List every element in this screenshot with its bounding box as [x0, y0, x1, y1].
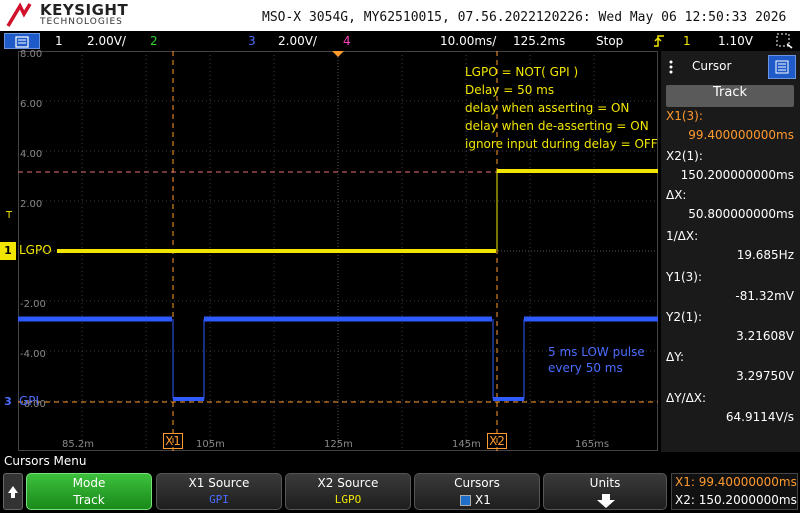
dydx-readout-label: ΔY/ΔX: [666, 391, 707, 405]
ch2-number[interactable]: 2 [150, 34, 158, 48]
lgpo-label: LGPO [19, 243, 52, 257]
timebase-delay[interactable]: 125.2ms [513, 34, 565, 48]
panel-menu-button[interactable] [768, 55, 796, 79]
annotation-line: Delay = 50 ms [465, 83, 555, 97]
annotation-block: LGPO = NOT( GPI ) Delay = 50 ms delay wh… [465, 63, 658, 153]
tab-dots-icon [669, 60, 673, 74]
ch3-scale[interactable]: 2.00V/ [278, 34, 317, 48]
y2-readout-value: 3.21608V [736, 329, 794, 343]
softkey-cursors[interactable]: Cursors X1 [414, 473, 540, 510]
annotation-line: LGPO = NOT( GPI ) [465, 65, 579, 79]
panel-tab-handle[interactable] [666, 56, 676, 78]
trigger-edge-icon [654, 35, 664, 47]
checkbox-icon [460, 495, 471, 506]
trigger-source[interactable]: 1 [683, 34, 691, 48]
annotation-line: delay when de-asserting = ON [465, 119, 649, 133]
menu-title: Cursors Menu [4, 454, 87, 468]
brand-subtitle: TECHNOLOGIES [40, 17, 123, 27]
y-label: -4.00 [20, 349, 46, 360]
y-label: 8.00 [20, 49, 43, 60]
menu-up-button[interactable] [3, 473, 23, 510]
readout-x1: X1: 99.40000000ms [675, 475, 797, 489]
dx-readout-value: 50.800000000ms [688, 207, 794, 221]
softkey-mode[interactable]: Mode Track [26, 473, 152, 510]
softkey-units[interactable]: Units [543, 473, 667, 510]
inv-dx-readout-value: 19.685Hz [736, 248, 794, 262]
annotation-line: delay when asserting = ON [465, 101, 630, 115]
ch4-number[interactable]: 4 [343, 34, 351, 48]
x-label: 145m [452, 439, 481, 450]
pulse-note-line: 5 ms LOW pulse [548, 345, 645, 359]
softkey-x1-source-label: X1 Source [188, 476, 250, 490]
menu-icon [775, 60, 789, 74]
timebase-scale[interactable]: 10.00ms/ [440, 34, 496, 48]
panel-title: Cursor [692, 59, 732, 73]
softkey-x2-source-label: X2 Source [317, 476, 379, 490]
x-label: 85.2m [62, 439, 95, 450]
softkey-cursors-label: Cursors [454, 476, 500, 490]
x-label: 125m [324, 439, 353, 450]
x2-cursor-marker[interactable]: X2 [487, 433, 507, 449]
readout-x2: X2: 150.2000000ms [675, 493, 797, 507]
instrument-info: MSO-X 3054G, MY62510015, 07.56.202212022… [262, 10, 787, 25]
y-axis-labels: 8.00 6.00 4.00 2.00 -2.00 -4.00 -6.00 [20, 49, 46, 430]
x1-cursor-marker[interactable]: X1 [163, 433, 183, 449]
arrow-up-icon [8, 486, 18, 498]
y-label: 2.00 [20, 199, 43, 210]
softkey-x2-source-value: LGPO [334, 493, 362, 506]
x1-readout-value: 99.400000000ms [688, 128, 794, 142]
x1-readout-label: X1(3): [666, 109, 703, 123]
y-label: 4.00 [20, 149, 43, 160]
softkey-cursors-value: X1 [475, 493, 491, 507]
softkey-mode-value: Track [73, 493, 105, 507]
run-state: Stop [596, 34, 624, 48]
y2-readout-label: Y2(1): [666, 310, 703, 324]
x2-readout-value: 150.200000000ms [680, 168, 794, 182]
softkey-x1-source[interactable]: X1 Source GPI [156, 473, 282, 510]
keysight-logo-icon [6, 2, 32, 27]
ch1-scale[interactable]: 2.00V/ [87, 34, 126, 48]
softkey-x1-source-value: GPI [209, 493, 229, 506]
dy-readout-value: 3.29750V [736, 369, 794, 383]
ch3-number[interactable]: 3 [248, 34, 256, 48]
x-label: 165ms [575, 439, 610, 450]
dydx-readout-value: 64.9114V/s [725, 410, 794, 424]
softkey-x2-source[interactable]: X2 Source LGPO [285, 473, 411, 510]
softkey-units-label: Units [589, 476, 621, 490]
y-label: 6.00 [20, 99, 43, 110]
cursor-mode-button[interactable]: Track [666, 85, 794, 107]
pulse-note: 5 ms LOW pulse every 50 ms [548, 344, 645, 376]
gpi-label: GPI [19, 394, 40, 408]
arrow-down-icon [597, 494, 615, 508]
ch1-ground-marker[interactable]: 1 [0, 242, 16, 260]
y1-readout-value: -81.32mV [735, 289, 794, 303]
y1-readout-label: Y1(3): [666, 270, 703, 284]
pulse-note-line: every 50 ms [548, 361, 623, 375]
x2-readout-label: X2(1): [666, 149, 703, 163]
dy-readout-label: ΔY: [666, 350, 684, 364]
inv-dx-readout-label: 1/ΔX: [666, 229, 699, 243]
y-label: -2.00 [20, 299, 46, 310]
ch3-ground-marker[interactable]: 3 [0, 393, 16, 411]
dx-readout-label: ΔX: [666, 188, 687, 202]
ch1-number[interactable]: 1 [55, 34, 63, 48]
softkey-mode-label: Mode [72, 476, 106, 490]
annotation-line: ignore input during delay = OFF [465, 137, 658, 151]
trigger-level[interactable]: 1.10V [718, 34, 753, 48]
x-label: 105m [196, 439, 225, 450]
zoom-box-icon[interactable] [776, 33, 794, 49]
trigger-level-marker: T [6, 210, 13, 221]
